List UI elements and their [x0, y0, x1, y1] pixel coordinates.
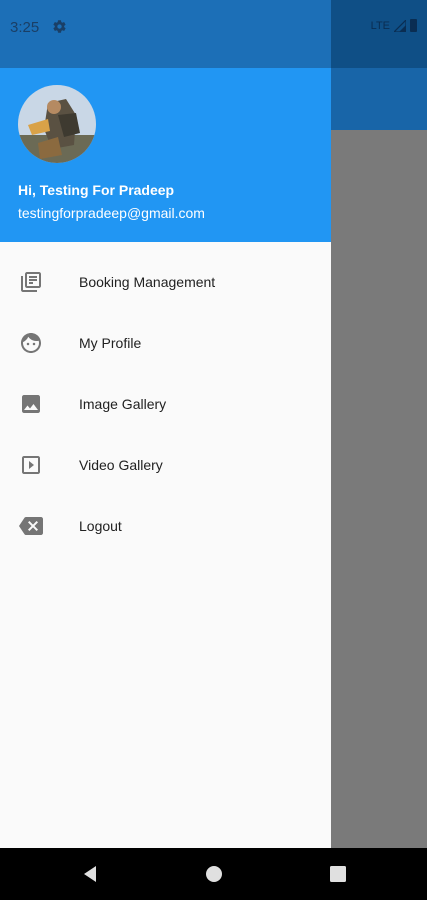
menu-item-video-gallery[interactable]: Video Gallery — [0, 434, 331, 495]
menu-item-image-gallery[interactable]: Image Gallery — [0, 373, 331, 434]
menu-item-booking-management[interactable]: Booking Management — [0, 251, 331, 312]
menu-label: Video Gallery — [79, 456, 163, 473]
image-icon — [22, 394, 40, 413]
face-icon — [21, 332, 41, 353]
menu-label: Image Gallery — [79, 395, 167, 412]
menu-item-logout[interactable]: Logout — [0, 495, 331, 556]
signal-icon — [394, 19, 406, 32]
menu-label: My Profile — [79, 334, 142, 351]
drawer-menu: Booking Management My Profile Image Gall… — [0, 251, 331, 556]
user-greeting: Hi, Testing For Pradeep — [18, 182, 175, 198]
menu-label: Logout — [79, 517, 122, 534]
gear-icon — [53, 20, 66, 33]
recents-icon[interactable] — [328, 864, 348, 884]
user-email: testingforpradeep@gmail.com — [18, 205, 205, 221]
drawer-header: Hi, Testing For Pradeep testingforpradee… — [0, 68, 331, 242]
avatar[interactable] — [18, 85, 96, 163]
network-type: LTE — [370, 19, 390, 32]
back-icon[interactable] — [80, 864, 100, 884]
video-icon — [22, 455, 40, 474]
status-time: 3:25 — [10, 19, 40, 36]
navigation-drawer: Hi, Testing For Pradeep testingforpradee… — [0, 68, 331, 848]
library-books-icon — [21, 271, 41, 292]
menu-label: Booking Management — [79, 273, 216, 290]
home-icon[interactable] — [204, 864, 224, 884]
battery-icon — [410, 19, 417, 32]
status-bar: 3:25 — [0, 0, 331, 68]
system-navigation-bar — [0, 848, 427, 900]
status-indicators: LTE — [371, 19, 417, 32]
menu-item-my-profile[interactable]: My Profile — [0, 312, 331, 373]
backspace-icon — [19, 516, 43, 535]
